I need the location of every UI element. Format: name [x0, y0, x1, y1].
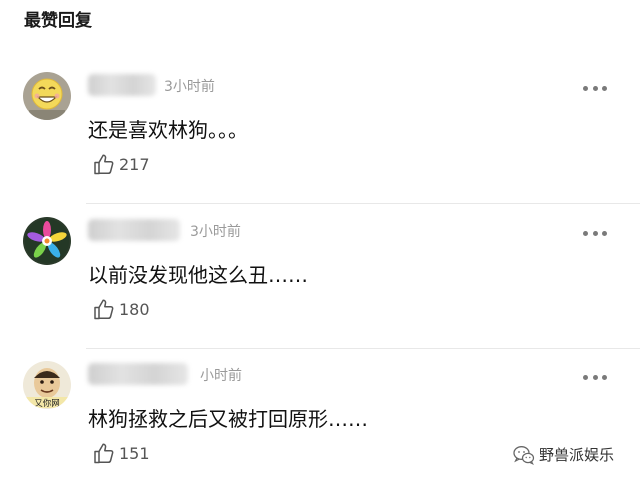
like-button[interactable]: 151	[92, 439, 150, 467]
comment-item: 又你网 小时前 林狗拯救之后又被打回原形…… 151	[0, 349, 640, 493]
wechat-icon	[513, 445, 535, 465]
comment-item: 3小时前 以前没发现他这么丑…… 180	[0, 205, 640, 349]
more-options-icon[interactable]	[583, 85, 607, 91]
like-count: 217	[119, 154, 150, 174]
username-blurred[interactable]	[88, 74, 156, 96]
thumbs-up-icon	[94, 299, 114, 320]
comment-time: 小时前	[200, 368, 242, 384]
more-options-icon[interactable]	[583, 374, 607, 380]
divider	[86, 203, 640, 204]
username-blurred[interactable]	[88, 363, 188, 385]
smiley-avatar-icon	[23, 72, 71, 120]
comment-text: 林狗拯救之后又被打回原形……	[88, 407, 368, 431]
more-options-icon[interactable]	[583, 230, 607, 236]
like-button[interactable]: 217	[92, 150, 150, 178]
user-avatar[interactable]	[23, 217, 71, 265]
flower-avatar-icon	[23, 217, 71, 265]
watermark: 野兽派娱乐	[513, 444, 614, 465]
thumbs-up-icon	[94, 154, 114, 175]
like-button[interactable]: 180	[92, 295, 150, 323]
meme-avatar-icon: 又你网	[23, 361, 71, 409]
user-avatar[interactable]	[23, 72, 71, 120]
comment-text: 以前没发现他这么丑……	[88, 263, 308, 287]
user-avatar[interactable]: 又你网	[23, 361, 71, 409]
thumbs-up-icon	[94, 443, 114, 464]
like-count: 180	[119, 299, 150, 319]
section-title: 最赞回复	[24, 11, 92, 31]
like-count: 151	[119, 443, 150, 463]
comment-item: 3小时前 还是喜欢林狗。。。 217	[0, 60, 640, 204]
avatar-caption: 又你网	[34, 398, 60, 409]
comment-time: 3小时前	[164, 79, 215, 95]
comment-text: 还是喜欢林狗。。。	[88, 118, 248, 142]
username-blurred[interactable]	[88, 219, 180, 241]
comment-time: 3小时前	[190, 224, 241, 240]
watermark-text: 野兽派娱乐	[539, 446, 615, 464]
